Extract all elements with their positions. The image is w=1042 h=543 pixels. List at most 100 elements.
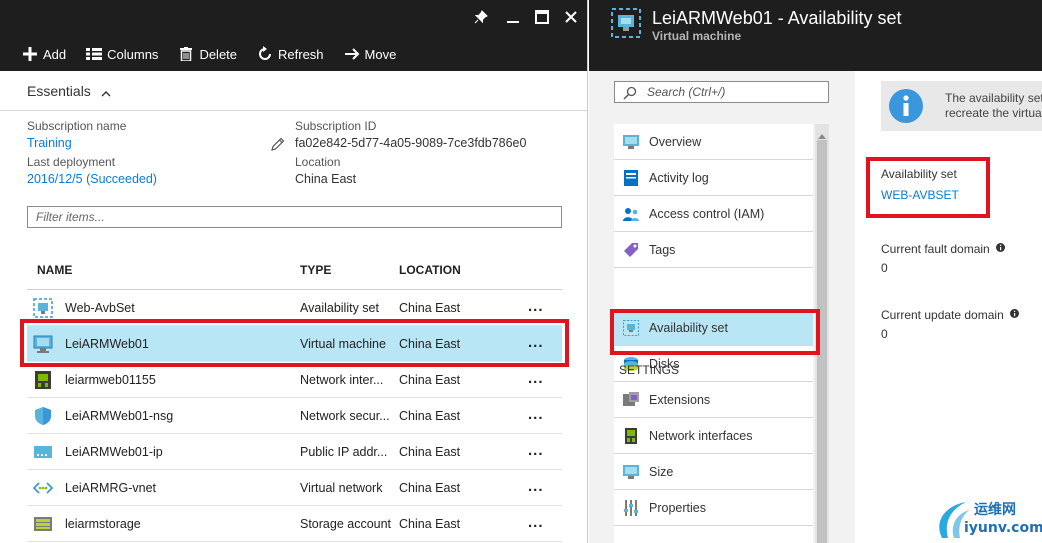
highlight-box-availability-menu xyxy=(610,309,820,355)
storage-account-icon xyxy=(33,514,53,534)
resource-group-blade: Add Columns Delete Refresh Move Essentia… xyxy=(0,0,588,543)
row-type: Public IP addr... xyxy=(300,445,388,459)
fault-domain-label-text: Current fault domain xyxy=(881,242,990,256)
resource-menu: Search (Ctrl+/) Overview Activity log Ac… xyxy=(589,71,855,543)
row-name[interactable]: LeiARMRG-vnet xyxy=(65,481,156,495)
command-toolbar: Add Columns Delete Refresh Move xyxy=(22,46,416,62)
add-button[interactable]: Add xyxy=(22,46,66,62)
menu-label: Activity log xyxy=(649,171,709,185)
refresh-button[interactable]: Refresh xyxy=(257,46,324,62)
row-name[interactable]: Web-AvbSet xyxy=(65,301,135,315)
subscription-name-link[interactable]: Training xyxy=(27,136,72,150)
menu-item-overview[interactable]: Overview xyxy=(614,124,813,160)
blade-header: Add Columns Delete Refresh Move xyxy=(0,0,587,71)
watermark-logo: 运维网 iyunv.com xyxy=(936,496,1042,543)
row-type: Availability set xyxy=(300,301,379,315)
maximize-icon[interactable] xyxy=(531,6,553,28)
watermark-cn: 运维网 xyxy=(974,502,1016,518)
row-location: China East xyxy=(399,445,461,459)
properties-icon xyxy=(623,500,639,516)
column-header-type[interactable]: TYPE xyxy=(300,263,331,277)
more-actions-button[interactable]: ... xyxy=(528,298,544,315)
menu-label: Network interfaces xyxy=(649,429,753,443)
menu-item-access-control[interactable]: Access control (IAM) xyxy=(614,196,813,232)
row-type: Network secur... xyxy=(300,409,390,423)
delete-button[interactable]: Delete xyxy=(178,46,237,62)
last-deployment-label: Last deployment xyxy=(27,155,116,169)
essentials-title: Essentials xyxy=(27,83,91,99)
network-interface-icon xyxy=(623,428,639,444)
filter-input[interactable]: Filter items... xyxy=(27,206,562,228)
table-row[interactable]: LeiARMWeb01-nsg Network secur... China E… xyxy=(27,398,562,434)
menu-label: Tags xyxy=(649,243,676,257)
row-name[interactable]: leiarmweb01155 xyxy=(65,373,156,387)
edit-pencil-icon[interactable] xyxy=(270,137,285,155)
table-row[interactable]: LeiARMRG-vnet Virtual network China East… xyxy=(27,470,562,506)
more-actions-button[interactable]: ... xyxy=(528,442,544,459)
table-row[interactable]: leiarmweb01155 Network inter... China Ea… xyxy=(27,362,562,398)
row-name[interactable]: LeiARMWeb01-ip xyxy=(65,445,163,459)
essentials-toggle[interactable]: Essentials xyxy=(0,71,587,111)
shield-icon xyxy=(33,406,53,426)
info-line: The availability set xyxy=(945,91,1042,105)
column-header-location[interactable]: LOCATION xyxy=(399,263,461,277)
row-location: China East xyxy=(399,301,461,315)
move-button[interactable]: Move xyxy=(344,46,397,62)
location-value: China East xyxy=(295,172,357,186)
more-actions-button[interactable]: ... xyxy=(528,514,544,531)
more-actions-button[interactable]: ... xyxy=(528,478,544,495)
add-label: Add xyxy=(43,46,67,62)
info-icon xyxy=(888,88,924,124)
fault-domain-value: 0 xyxy=(881,261,888,275)
search-placeholder: Search (Ctrl+/) xyxy=(647,85,726,99)
menu-item-size[interactable]: Size xyxy=(614,454,813,490)
vm-availability-set-blade: LeiARMWeb01 - Availability set Virtual m… xyxy=(589,0,1042,543)
info-small-icon[interactable] xyxy=(1010,307,1020,321)
menu-item-activity-log[interactable]: Activity log xyxy=(614,160,813,196)
subscription-name-label: Subscription name xyxy=(27,119,127,133)
search-icon xyxy=(623,86,637,103)
public-ip-icon xyxy=(33,442,53,462)
table-row[interactable]: leiarmstorage Storage account China East… xyxy=(27,506,562,542)
row-type: Virtual network xyxy=(300,481,383,495)
menu-label: Extensions xyxy=(649,393,711,407)
menu-item-tags[interactable]: Tags xyxy=(614,232,813,268)
info-small-icon[interactable] xyxy=(996,241,1006,255)
more-actions-button[interactable]: ... xyxy=(528,370,544,387)
network-interface-icon xyxy=(33,370,53,390)
subscription-id-label: Subscription ID xyxy=(295,119,377,133)
refresh-label: Refresh xyxy=(278,46,324,62)
menu-item-properties[interactable]: Properties xyxy=(614,490,813,526)
highlight-box-availability-value xyxy=(866,157,990,218)
highlight-box-vm-row xyxy=(20,319,569,367)
size-icon xyxy=(623,464,639,480)
row-location: China East xyxy=(399,373,461,387)
subscription-id-value: fa02e842-5d77-4a05-9089-7ce3fdb786e0 xyxy=(295,136,527,150)
columns-icon xyxy=(86,46,103,62)
row-location: China East xyxy=(399,481,461,495)
columns-button[interactable]: Columns xyxy=(86,46,158,62)
delete-label: Delete xyxy=(199,46,238,62)
column-header-name[interactable]: NAME xyxy=(37,263,72,277)
last-deployment-link[interactable]: 2016/12/5 (Succeeded) xyxy=(27,172,157,186)
columns-label: Columns xyxy=(107,46,159,62)
table-row[interactable]: LeiARMWeb01-ip Public IP addr... China E… xyxy=(27,434,562,470)
pin-icon[interactable] xyxy=(470,6,492,28)
minimize-icon[interactable] xyxy=(502,6,524,28)
menu-label: Size xyxy=(649,465,674,479)
menu-item-network-interfaces[interactable]: Network interfaces xyxy=(614,418,813,454)
more-actions-button[interactable]: ... xyxy=(528,406,544,423)
availability-set-detail: The availability set recreate the virtua… xyxy=(855,71,1042,543)
close-icon[interactable] xyxy=(560,6,582,28)
search-input[interactable]: Search (Ctrl+/) xyxy=(614,81,829,103)
blade-title: LeiARMWeb01 - Availability set xyxy=(652,8,902,28)
row-name[interactable]: LeiARMWeb01-nsg xyxy=(65,409,173,423)
row-name[interactable]: leiarmstorage xyxy=(65,517,141,531)
arrow-right-icon xyxy=(344,46,360,62)
row-location: China East xyxy=(399,517,461,531)
virtual-network-icon xyxy=(32,478,54,498)
refresh-icon xyxy=(257,46,273,62)
info-line: recreate the virtua xyxy=(945,106,1042,120)
move-label: Move xyxy=(364,46,397,62)
menu-item-extensions[interactable]: Extensions xyxy=(614,382,813,418)
